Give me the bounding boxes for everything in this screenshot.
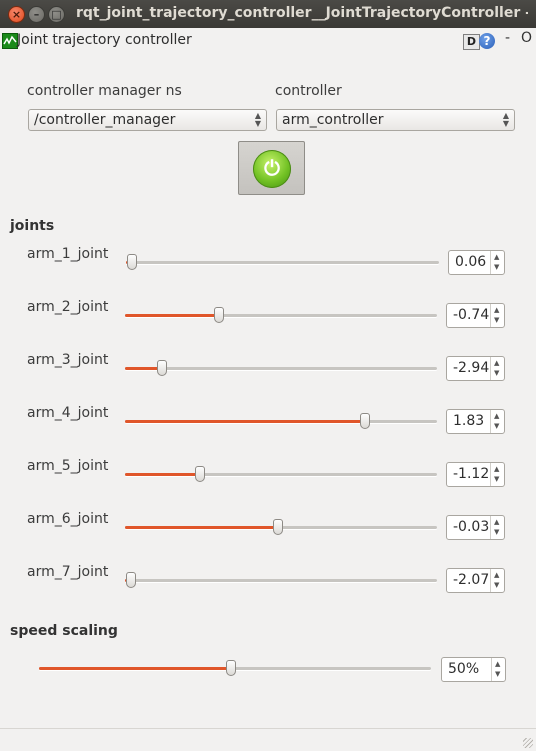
dock-d-icon[interactable]: D — [463, 34, 480, 50]
joint-slider[interactable] — [125, 519, 437, 535]
spinbox-buttons[interactable]: ▲ ▼ — [490, 516, 504, 539]
joint-value-spinbox[interactable]: -2.94 ▲ ▼ — [446, 356, 505, 381]
controller-manager-value: /controller_manager — [34, 112, 176, 128]
joint-name-label: arm_5_joint — [27, 458, 109, 474]
controller-combo[interactable]: arm_controller ▲ ▼ — [276, 109, 515, 131]
power-symbol: ⏻ — [264, 156, 280, 180]
spin-up-icon[interactable]: ▲ — [494, 360, 499, 367]
joint-value: -0.03 — [453, 519, 490, 535]
joint-slider-handle[interactable] — [272, 519, 283, 535]
combo-arrow-icon: ▲ ▼ — [502, 111, 509, 128]
speed-scaling-fill — [39, 667, 232, 670]
joint-slider-handle[interactable] — [360, 413, 371, 429]
joints-heading: joints — [10, 218, 55, 234]
joint-slider-handle[interactable] — [213, 307, 224, 323]
controller-value: arm_controller — [282, 112, 384, 128]
joint-slider-fill — [125, 314, 219, 317]
spin-down-icon[interactable]: ▼ — [494, 582, 499, 589]
speed-scaling-handle[interactable] — [226, 660, 237, 676]
spin-up-icon[interactable]: ▲ — [494, 254, 499, 261]
joint-slider-fill — [125, 473, 200, 476]
spin-up-icon[interactable]: ▲ — [494, 307, 499, 314]
window-close-button[interactable]: × — [8, 6, 25, 23]
joint-slider[interactable] — [125, 307, 437, 323]
spin-down-icon[interactable]: ▼ — [494, 529, 499, 536]
joint-slider[interactable] — [125, 572, 437, 588]
joint-name-label: arm_2_joint — [27, 299, 109, 315]
controller-label: controller — [275, 83, 342, 99]
joint-value: -2.94 — [453, 360, 490, 376]
speed-scaling-slider[interactable] — [39, 660, 431, 676]
spin-up-icon[interactable]: ▲ — [494, 413, 499, 420]
joint-name-label: arm_1_joint — [27, 246, 109, 262]
plugin-icon — [2, 33, 18, 49]
spin-down-icon[interactable]: ▼ — [494, 264, 499, 271]
joint-slider-handle[interactable] — [126, 572, 137, 588]
spinbox-buttons[interactable]: ▲ ▼ — [490, 357, 504, 380]
controller-manager-label: controller manager ns — [27, 83, 182, 99]
spin-down-icon[interactable]: ▼ — [494, 370, 499, 377]
speed-scaling-spinbox[interactable]: 50% ▲ ▼ — [441, 657, 506, 682]
spin-down-icon[interactable]: ▼ — [495, 671, 500, 678]
joint-value: -2.07 — [453, 572, 490, 588]
controller-manager-combo[interactable]: /controller_manager ▲ ▼ — [28, 109, 267, 131]
joint-value-spinbox[interactable]: -0.74 ▲ ▼ — [446, 303, 505, 328]
window-titlebar: × – □ rqt_joint_trajectory_controller__J… — [0, 0, 536, 28]
joint-name-label: arm_3_joint — [27, 352, 109, 368]
power-icon: ⏻ — [253, 150, 291, 188]
spin-down-icon[interactable]: ▼ — [494, 317, 499, 324]
joint-value: 1.83 — [453, 413, 485, 429]
joint-name-label: arm_4_joint — [27, 405, 109, 421]
resize-grip-icon[interactable] — [523, 738, 533, 748]
spin-up-icon[interactable]: ▲ — [494, 466, 499, 473]
spinbox-buttons[interactable]: ▲ ▼ — [490, 569, 504, 592]
spin-down-icon[interactable]: ▼ — [494, 423, 499, 430]
spin-down-icon[interactable]: ▼ — [494, 476, 499, 483]
plot-icon — [3, 35, 17, 45]
joint-slider-fill — [125, 526, 278, 529]
joint-value-spinbox[interactable]: -1.12 ▲ ▼ — [446, 462, 505, 487]
spin-up-icon[interactable]: ▲ — [494, 519, 499, 526]
spin-up-icon[interactable]: ▲ — [495, 661, 500, 668]
window-minimize-button[interactable]: – — [28, 6, 45, 23]
close-plugin-button[interactable]: O — [521, 30, 532, 46]
plugin-title: Joint trajectory controller — [17, 32, 192, 48]
joint-name-label: arm_7_joint — [27, 564, 109, 580]
spin-up-icon[interactable]: ▲ — [494, 572, 499, 579]
help-icon[interactable]: ? — [479, 33, 495, 49]
spinbox-buttons[interactable]: ▲ ▼ — [490, 410, 504, 433]
combo-arrow-icon: ▲ ▼ — [254, 111, 261, 128]
joint-slider-handle[interactable] — [127, 254, 138, 270]
joint-value-spinbox[interactable]: -2.07 ▲ ▼ — [446, 568, 505, 593]
joint-value-spinbox[interactable]: 1.83 ▲ ▼ — [446, 409, 505, 434]
joint-value-spinbox[interactable]: -0.03 ▲ ▼ — [446, 515, 505, 540]
joint-slider[interactable] — [125, 413, 437, 429]
joint-slider[interactable] — [125, 360, 437, 376]
power-button[interactable]: ⏻ — [238, 141, 305, 195]
spinbox-buttons[interactable]: ▲ ▼ — [490, 463, 504, 486]
speed-scaling-value: 50% — [448, 661, 480, 677]
joint-slider-fill — [125, 420, 366, 423]
joint-value: -0.74 — [453, 307, 490, 323]
spinbox-buttons[interactable]: ▲ ▼ — [490, 251, 504, 274]
spinbox-buttons[interactable]: ▲ ▼ — [490, 304, 504, 327]
status-divider — [0, 728, 536, 729]
joint-slider[interactable] — [125, 466, 437, 482]
spinbox-buttons[interactable]: ▲ ▼ — [491, 658, 505, 681]
joint-slider[interactable] — [126, 254, 439, 270]
joint-value: 0.06 — [455, 254, 487, 270]
minimize-plugin-button[interactable]: - — [505, 30, 510, 46]
joint-slider-handle[interactable] — [194, 466, 205, 482]
window-title: rqt_joint_trajectory_controller__JointTr… — [76, 5, 528, 21]
joint-slider-handle[interactable] — [157, 360, 168, 376]
joint-value: -1.12 — [453, 466, 490, 482]
joint-value-spinbox[interactable]: 0.06 ▲ ▼ — [448, 250, 505, 275]
joint-name-label: arm_6_joint — [27, 511, 109, 527]
window-maximize-button[interactable]: □ — [48, 6, 65, 23]
speed-scaling-heading: speed scaling — [10, 623, 118, 639]
